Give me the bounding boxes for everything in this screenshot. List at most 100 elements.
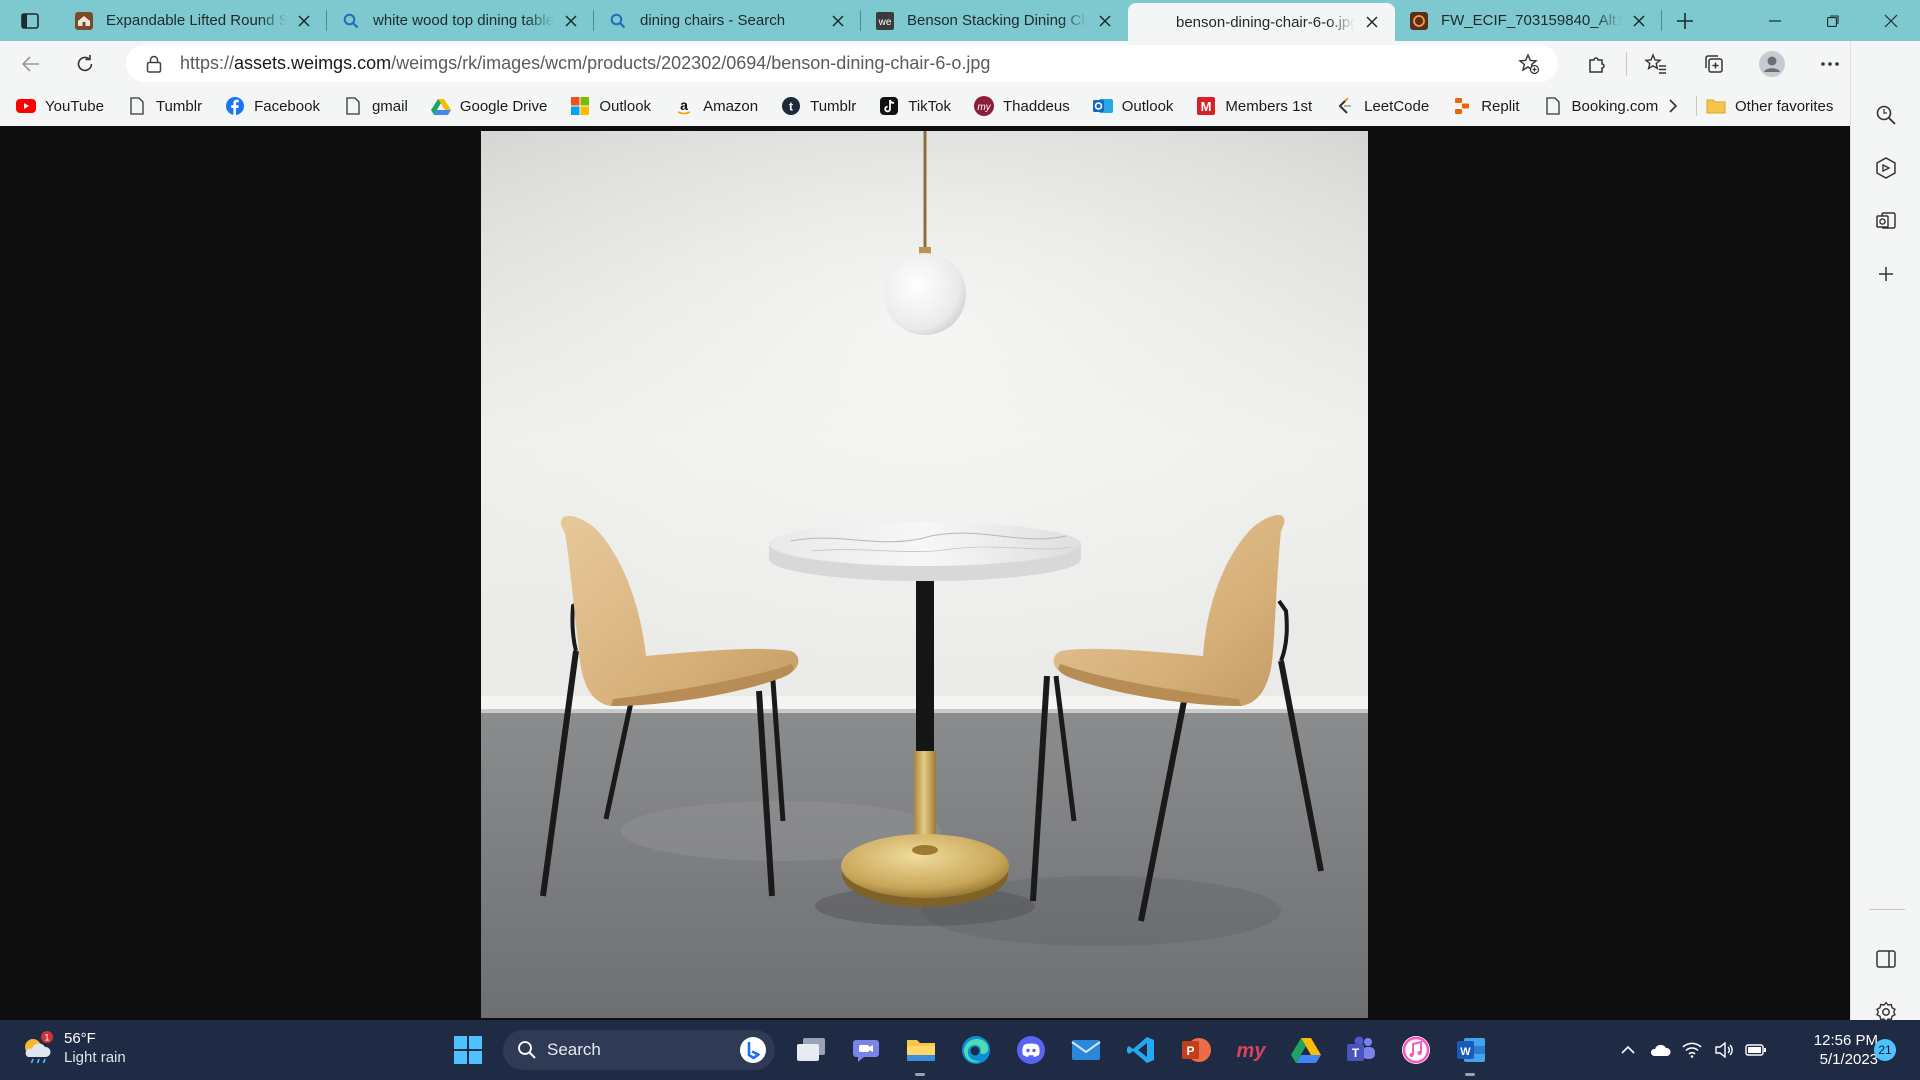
close-icon[interactable] [560, 10, 582, 32]
tab-title: FW_ECIF_703159840_Alt1_3 [1441, 12, 1622, 29]
sidebar-toggle-icon [1876, 950, 1896, 968]
discord-button[interactable] [1003, 1020, 1058, 1080]
search-icon [518, 1041, 536, 1059]
bookmark-tumblr-2[interactable]: t Tumblr [781, 96, 856, 116]
file-explorer-icon [906, 1040, 935, 1061]
youtube-icon [16, 96, 36, 116]
system-tray [1612, 1020, 1772, 1080]
bookmark-outlook-2[interactable]: Outlook [1092, 96, 1173, 116]
tab-fw-ecif[interactable]: FW_ECIF_703159840_Alt1_3 [1395, 0, 1662, 41]
sidebar-add-button[interactable] [1851, 251, 1920, 297]
search-icon [1876, 105, 1896, 125]
tab-benson-chair[interactable]: we Benson Stacking Dining Cha [861, 0, 1128, 41]
hide-sidebar-button[interactable] [1851, 936, 1920, 982]
bookmark-tiktok[interactable]: TikTok [879, 96, 951, 116]
task-view-button[interactable] [783, 1020, 838, 1080]
powerpoint-button[interactable]: P [1168, 1020, 1223, 1080]
notification-badge[interactable]: 21 [1874, 1039, 1896, 1061]
bookmark-amazon[interactable]: a Amazon [674, 96, 758, 116]
back-button[interactable] [8, 44, 54, 84]
vscode-button[interactable] [1113, 1020, 1168, 1080]
tab-expandable-table[interactable]: Expandable Lifted Round Si [60, 0, 327, 41]
google-drive-button[interactable] [1278, 1020, 1333, 1080]
url-text[interactable]: https://assets.weimgs.com/weimgs/rk/imag… [180, 53, 990, 74]
bookmark-tumblr[interactable]: Tumblr [127, 96, 202, 116]
chevron-right-icon [1669, 99, 1678, 113]
file-explorer-button[interactable] [893, 1020, 948, 1080]
svg-text:M: M [1201, 99, 1212, 114]
bookmark-label: Members 1st [1225, 97, 1313, 115]
close-icon[interactable] [293, 10, 315, 32]
tab-actions-icon [21, 12, 39, 29]
add-favorite-icon[interactable] [1518, 53, 1540, 79]
bookmark-youtube[interactable]: YouTube [16, 96, 104, 116]
bookmark-gmail[interactable]: gmail [343, 96, 408, 116]
cloud-icon [1650, 1044, 1671, 1056]
bookmark-booking[interactable]: Booking.com [1543, 96, 1658, 116]
sidebar-outlook-button[interactable] [1851, 198, 1920, 244]
itunes-icon [1401, 1036, 1430, 1064]
bookmark-replit[interactable]: Replit [1452, 96, 1520, 116]
minimize-icon [1769, 19, 1781, 22]
bookmark-google-drive[interactable]: Google Drive [430, 96, 547, 116]
itunes-button[interactable] [1388, 1020, 1443, 1080]
bookmark-label: Amazon [703, 97, 759, 115]
battery-button[interactable] [1740, 1020, 1772, 1080]
close-icon[interactable] [1628, 10, 1650, 32]
minimize-button[interactable] [1746, 0, 1804, 41]
favorites-divider [1696, 96, 1697, 116]
volume-button[interactable] [1708, 1020, 1740, 1080]
sidebar-tools-button[interactable] [1851, 145, 1920, 191]
bookmark-leetcode[interactable]: LeetCode [1335, 96, 1429, 116]
tumblr-icon: t [781, 96, 801, 116]
navigation-toolbar: https://assets.weimgs.com/weimgs/rk/imag… [0, 41, 1920, 86]
show-hidden-icons-button[interactable] [1612, 1020, 1644, 1080]
word-button[interactable]: W [1443, 1020, 1498, 1080]
edge-button[interactable] [948, 1020, 1003, 1080]
sidebar-search-button[interactable] [1851, 92, 1920, 138]
tab-white-wood-search[interactable]: white wood top dining table [327, 0, 594, 41]
outlook-icon [1876, 212, 1896, 229]
close-icon[interactable] [1094, 10, 1116, 32]
restore-button[interactable] [1804, 0, 1862, 41]
bookmark-thaddeus[interactable]: my Thaddeus [974, 96, 1070, 116]
bookmark-label: Tumblr [155, 97, 203, 115]
close-window-button[interactable] [1862, 0, 1920, 41]
taskbar-search-box[interactable]: Search [503, 1030, 775, 1070]
mychart-button[interactable]: my [1223, 1020, 1278, 1080]
more-favorites-button[interactable] [1656, 86, 1690, 126]
lock-icon[interactable] [146, 55, 162, 73]
url-path: /weimgs/rk/images/wcm/products/202302/06… [391, 53, 991, 73]
product-photo[interactable] [481, 131, 1368, 1018]
bookmark-outlook[interactable]: Outlook [570, 96, 651, 116]
start-button[interactable] [440, 1020, 495, 1080]
image-viewer [0, 126, 1850, 1020]
tab-dining-chairs-search[interactable]: dining chairs - Search [594, 0, 861, 41]
refresh-button[interactable] [62, 44, 108, 84]
new-tab-button[interactable] [1662, 0, 1708, 41]
home-furnishing-icon [74, 11, 94, 31]
windows-taskbar: 1 56°F Light rain Search P my T W 12:56 … [0, 1020, 1920, 1080]
close-icon[interactable] [827, 10, 849, 32]
extensions-button[interactable] [1568, 41, 1626, 86]
wifi-button[interactable] [1676, 1020, 1708, 1080]
favorites-button[interactable] [1627, 41, 1685, 86]
collections-icon [1705, 54, 1723, 73]
onedrive-button[interactable] [1644, 1020, 1676, 1080]
collections-button[interactable] [1685, 41, 1743, 86]
teams-chat-button[interactable] [838, 1020, 893, 1080]
search-icon [608, 11, 628, 31]
tab-benson-image[interactable]: benson-dining-chair-6-o.jpg [1128, 3, 1395, 41]
profile-button[interactable] [1743, 41, 1801, 86]
teams-button[interactable]: T [1333, 1020, 1388, 1080]
tab-actions-button[interactable] [0, 0, 60, 41]
weather-widget[interactable]: 1 56°F Light rain [20, 1029, 126, 1067]
bookmark-facebook[interactable]: Facebook [225, 96, 320, 116]
mail-button[interactable] [1058, 1020, 1113, 1080]
other-favorites-folder[interactable]: Other favorites [1706, 86, 1833, 126]
address-bar[interactable]: https://assets.weimgs.com/weimgs/rk/imag… [126, 45, 1558, 82]
folder-icon [1706, 96, 1726, 116]
close-icon[interactable] [1361, 11, 1383, 33]
system-clock[interactable]: 12:56 PM 5/1/2023 [1790, 1031, 1878, 1069]
bookmark-members-1st[interactable]: M Members 1st [1196, 96, 1312, 116]
